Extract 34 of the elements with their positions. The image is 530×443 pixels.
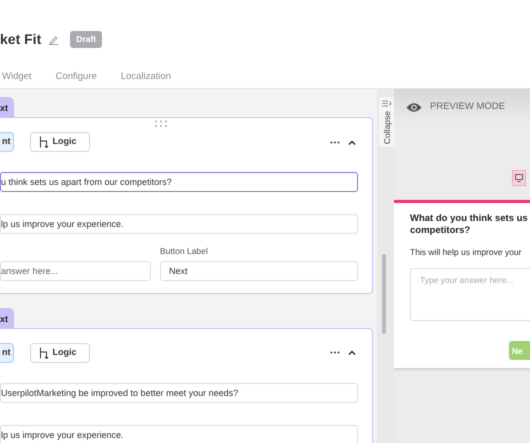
description-field[interactable]: lp us improve your experience. xyxy=(0,424,358,443)
drag-handle-icon[interactable] xyxy=(155,120,167,128)
menu-icon xyxy=(382,100,392,107)
page-title: ket Fit xyxy=(0,30,42,49)
segment-button[interactable]: nt xyxy=(0,342,14,363)
segment-button[interactable]: Logic xyxy=(30,342,90,363)
collapse-tab[interactable]: Collapse xyxy=(379,97,394,148)
scrollbar-thumb[interactable] xyxy=(382,254,386,334)
status-badge: Draft xyxy=(70,31,102,48)
eye-icon xyxy=(406,102,422,112)
collapse-caret-icon[interactable] xyxy=(348,140,356,144)
question-field[interactable]: u think sets us apart from our competitors? xyxy=(0,172,358,192)
pencil-icon[interactable] xyxy=(49,34,58,44)
more-icon[interactable] xyxy=(330,351,340,354)
answer-textarea[interactable]: Type your answer here... xyxy=(410,268,530,322)
branch-icon xyxy=(38,346,48,359)
question-field[interactable]: UserpilotMarketing be improved to better meet your needs? xyxy=(0,382,358,403)
field-label: Button Label xyxy=(160,245,208,258)
desktop-view-button[interactable] xyxy=(512,170,526,186)
branch-icon xyxy=(38,136,48,148)
collapse-label: Collapse xyxy=(380,111,393,144)
description-field[interactable]: lp us improve your experience. xyxy=(0,214,358,234)
collapse-caret-icon[interactable] xyxy=(348,350,356,356)
question-tab[interactable]: xt xyxy=(0,97,14,117)
question-tab[interactable]: xt xyxy=(0,308,14,328)
segment-button[interactable]: Logic xyxy=(30,132,90,152)
survey-question: What do you think sets us competitors? xyxy=(410,213,529,238)
more-icon[interactable] xyxy=(330,140,340,144)
button-label-field[interactable]: Next xyxy=(160,260,358,281)
answer-placeholder-field[interactable]: answer here... xyxy=(0,260,151,281)
segment-button[interactable]: nt xyxy=(0,132,14,152)
survey-description: This will help us improve your xyxy=(410,246,522,258)
monitor-icon xyxy=(515,174,523,182)
preview-mode-label: PREVIEW MODE xyxy=(430,100,505,114)
